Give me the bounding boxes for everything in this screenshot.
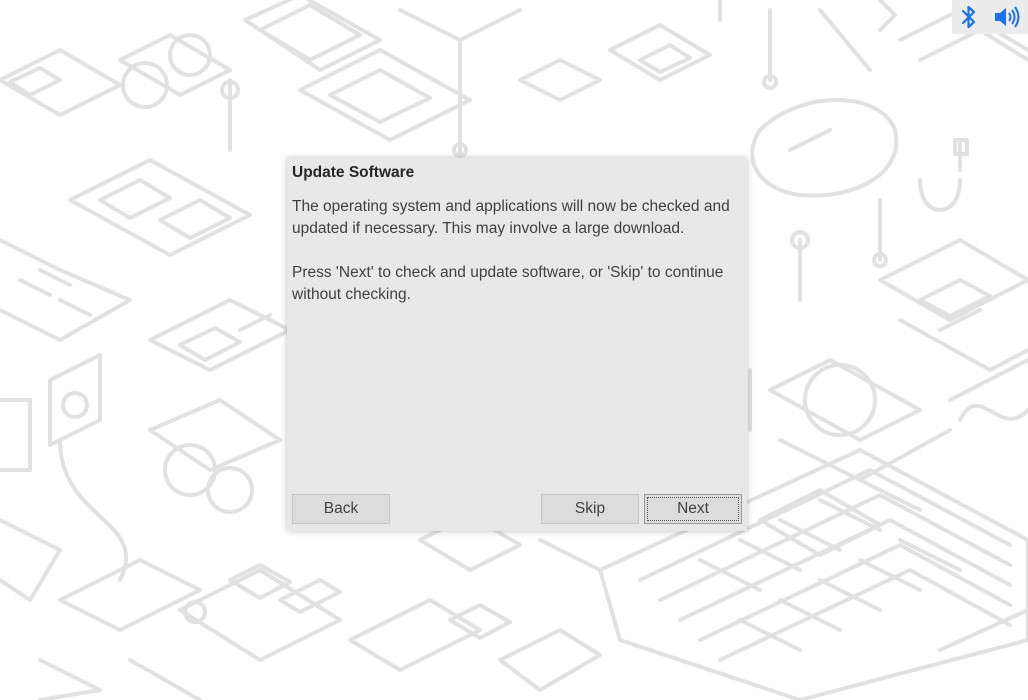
dialog-paragraph-instructions: Press 'Next' to check and update softwar… [292,264,724,303]
bluetooth-icon[interactable] [960,4,978,30]
volume-icon[interactable] [993,5,1021,29]
dialog-paragraph-info: The operating system and applications wi… [292,198,730,237]
back-button[interactable]: Back [292,494,390,524]
dialog-title: Update Software [292,164,415,181]
update-software-dialog: Update Software The operating system and… [287,158,747,531]
system-tray [952,0,1028,34]
skip-button[interactable]: Skip [541,494,639,524]
next-button[interactable]: Next [644,494,742,524]
dialog-body: The operating system and applications wi… [292,196,746,306]
